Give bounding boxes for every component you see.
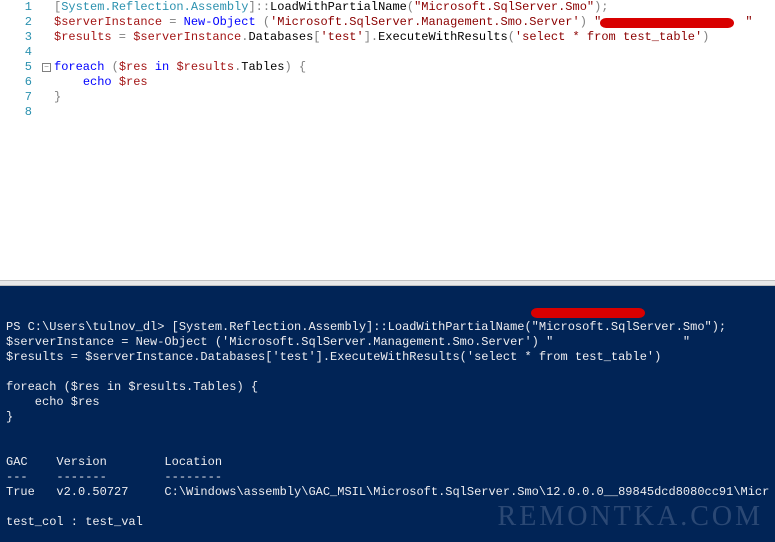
code-token: $res — [119, 75, 148, 89]
code-token: = — [162, 15, 184, 29]
console-line: GAC Version Location — [6, 455, 769, 470]
code-line[interactable]: $results = $serverInstance.Databases['te… — [54, 30, 775, 45]
console-line: echo $res — [6, 395, 769, 410]
script-editor-pane[interactable]: 12345678 − [System.Reflection.Assembly]:… — [0, 0, 775, 280]
code-token: 'select * from test_table' — [515, 30, 702, 44]
code-token: $serverInstance — [133, 30, 241, 44]
code-token: System.Reflection.Assembly — [61, 0, 248, 14]
code-token: ) { — [284, 60, 306, 74]
code-token — [148, 60, 155, 74]
code-token: ) — [702, 30, 709, 44]
line-number: 5 — [0, 60, 32, 75]
console-line: True v2.0.50727 C:\Windows\assembly\GAC_… — [6, 485, 769, 500]
console-line — [6, 365, 769, 380]
code-token: New-Object — [184, 15, 256, 29]
code-token: foreach — [54, 60, 104, 74]
console-line: foreach ($res in $results.Tables) { — [6, 380, 769, 395]
powershell-console-pane[interactable]: PS C:\Users\tulnov_dl> [System.Reflectio… — [0, 286, 775, 542]
console-line — [6, 425, 769, 440]
code-token: " — [745, 15, 752, 29]
code-token: LoadWithPartialName — [270, 0, 407, 14]
code-token: ExecuteWithResults — [378, 30, 508, 44]
console-line — [6, 500, 769, 515]
code-token: echo — [83, 75, 112, 89]
code-token: ( — [104, 60, 118, 74]
line-number: 3 — [0, 30, 32, 45]
code-line[interactable]: $serverInstance = New-Object ('Microsoft… — [54, 15, 775, 30]
line-number: 7 — [0, 90, 32, 105]
line-number: 8 — [0, 105, 32, 120]
code-line[interactable] — [54, 45, 775, 60]
code-area[interactable]: [System.Reflection.Assembly]::LoadWithPa… — [54, 0, 775, 280]
code-token: ); — [594, 0, 608, 14]
code-token: in — [155, 60, 169, 74]
code-token: $res — [119, 60, 148, 74]
code-token: ( — [407, 0, 414, 14]
line-number: 6 — [0, 75, 32, 90]
code-line[interactable]: [System.Reflection.Assembly]::LoadWithPa… — [54, 0, 775, 15]
console-line: $serverInstance = New-Object ('Microsoft… — [6, 335, 769, 350]
code-line[interactable] — [54, 105, 775, 120]
code-token: ) — [580, 15, 594, 29]
code-token: 'test' — [320, 30, 363, 44]
line-number: 1 — [0, 0, 32, 15]
code-token: Tables — [241, 60, 284, 74]
code-token: ( — [508, 30, 515, 44]
code-token: $serverInstance — [54, 15, 162, 29]
code-token: ]:: — [248, 0, 270, 14]
code-token — [54, 75, 83, 89]
code-token — [112, 75, 119, 89]
redaction-mark — [531, 308, 645, 318]
code-token: } — [54, 90, 61, 104]
code-token: $results — [54, 30, 112, 44]
line-number: 2 — [0, 15, 32, 30]
console-line — [6, 530, 769, 542]
console-line: test_col : test_val — [6, 515, 769, 530]
code-token: $results — [176, 60, 234, 74]
line-number: 4 — [0, 45, 32, 60]
code-token: ]. — [364, 30, 378, 44]
code-line[interactable]: foreach ($res in $results.Tables) { — [54, 60, 775, 75]
console-line: } — [6, 410, 769, 425]
console-line: $results = $serverInstance.Databases['te… — [6, 350, 769, 365]
code-token: Databases — [248, 30, 313, 44]
code-token — [601, 15, 745, 29]
code-token: ( — [256, 15, 270, 29]
console-line: --- ------- -------- — [6, 470, 769, 485]
line-number-gutter: 12345678 — [0, 0, 40, 280]
console-line — [6, 440, 769, 455]
code-token: "Microsoft.SqlServer.Smo" — [414, 0, 594, 14]
fold-column: − — [40, 0, 54, 280]
code-line[interactable]: echo $res — [54, 75, 775, 90]
code-token: = — [112, 30, 134, 44]
code-token: 'Microsoft.SqlServer.Management.Smo.Serv… — [270, 15, 580, 29]
console-line: PS C:\Users\tulnov_dl> [System.Reflectio… — [6, 320, 769, 335]
code-line[interactable]: } — [54, 90, 775, 105]
fold-toggle-icon[interactable]: − — [42, 63, 51, 72]
